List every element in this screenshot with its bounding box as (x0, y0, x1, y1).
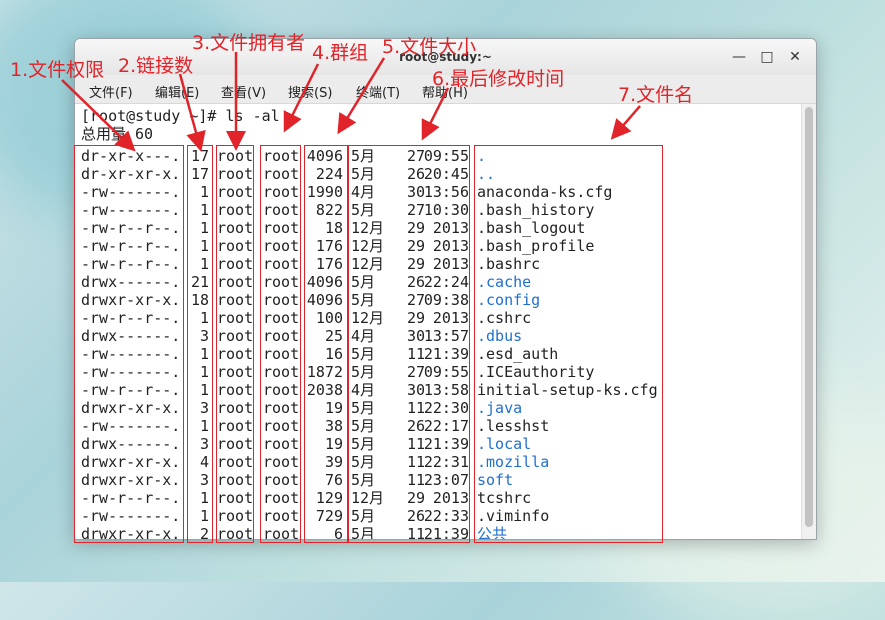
arrow-permission (61, 79, 136, 152)
arrow-filename (610, 105, 641, 140)
arrow-group (283, 63, 320, 133)
arrow-mtime (421, 87, 450, 141)
annotation-arrows (61, 52, 641, 152)
arrow-links (178, 73, 206, 152)
arrow-size (337, 57, 386, 135)
